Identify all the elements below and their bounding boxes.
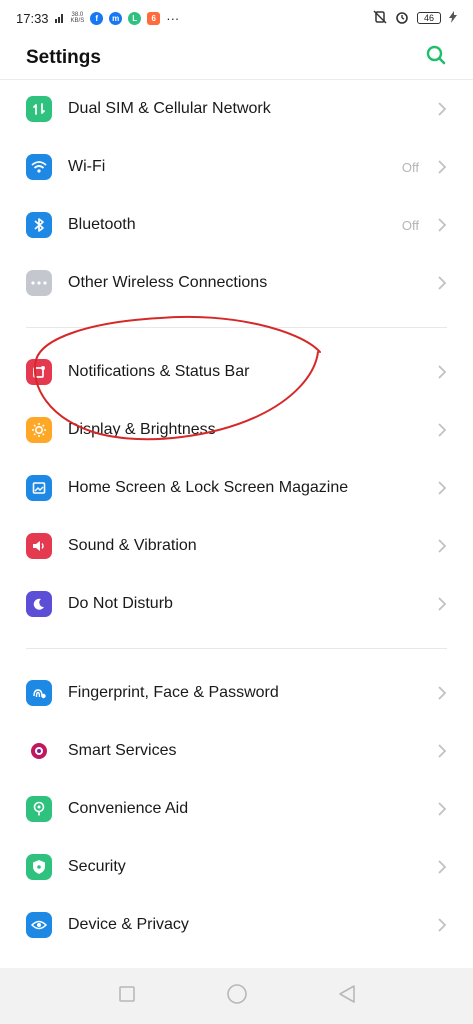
line-icon: L [128, 11, 142, 25]
setting-row-notifications[interactable]: Notifications & Status Bar [0, 343, 473, 401]
setting-label: Convenience Aid [68, 800, 189, 817]
chevron-right-icon [438, 423, 447, 437]
setting-row-do-not-disturb[interactable]: Do Not Disturb [0, 575, 473, 633]
setting-label: Sound & Vibration [68, 537, 197, 554]
setting-row-smart-services[interactable]: Smart Services [0, 722, 473, 780]
setting-row-convenience-aid[interactable]: Convenience Aid [0, 780, 473, 838]
setting-row-wifi[interactable]: Wi-Fi Off [0, 138, 473, 196]
notification-icon [26, 359, 52, 385]
chevron-right-icon [438, 160, 447, 174]
setting-label: Device & Privacy [68, 916, 189, 933]
chevron-right-icon [438, 918, 447, 932]
shield-icon [26, 854, 52, 880]
setting-label: Home Screen & Lock Screen Magazine [68, 479, 349, 496]
chevron-right-icon [438, 860, 447, 874]
clock: 17:33 [16, 10, 49, 26]
chevron-right-icon [438, 276, 447, 290]
image-icon [26, 475, 52, 501]
network-speed-unit: KB/S [70, 18, 85, 24]
back-icon[interactable] [338, 984, 356, 1009]
status-left: 17:33 38.0 KB/S f m L 6 ··· [16, 11, 179, 26]
signal-icon [54, 11, 65, 26]
alarm-icon [395, 10, 409, 27]
convenience-icon [26, 796, 52, 822]
chevron-right-icon [438, 597, 447, 611]
bluetooth-icon [26, 212, 52, 238]
smart-services-icon [26, 738, 52, 764]
setting-value: Off [401, 159, 419, 175]
status-right: 46 [373, 9, 457, 27]
recent-apps-icon[interactable] [118, 985, 136, 1008]
setting-row-bluetooth[interactable]: Bluetooth Off [0, 196, 473, 254]
system-nav-bar [0, 968, 473, 1024]
charging-icon [449, 10, 457, 26]
setting-label: Fingerprint, Face & Password [68, 684, 279, 701]
setting-label: Other Wireless Connections [68, 274, 268, 291]
setting-label: Do Not Disturb [68, 595, 173, 612]
search-icon[interactable] [425, 44, 447, 71]
fingerprint-icon [26, 680, 52, 706]
chevron-right-icon [438, 744, 447, 758]
privacy-eye-icon [26, 912, 52, 938]
setting-label: Wi-Fi [68, 158, 106, 175]
vibrate-off-icon [373, 9, 387, 27]
setting-label: Smart Services [68, 742, 177, 759]
setting-row-device-privacy[interactable]: Device & Privacy [0, 896, 473, 954]
setting-row-security[interactable]: Security [0, 838, 473, 896]
network-speed: 38.0 KB/S [71, 12, 85, 24]
setting-label: Dual SIM & Cellular Network [68, 100, 271, 117]
calendar-icon: 6 [147, 11, 161, 25]
facebook-icon: f [90, 11, 104, 25]
setting-row-other-wireless[interactable]: Other Wireless Connections [0, 254, 473, 312]
setting-label: Notifications & Status Bar [68, 363, 250, 380]
moon-icon [26, 591, 52, 617]
more-dots-icon [26, 270, 52, 296]
setting-label: Bluetooth [68, 216, 136, 233]
settings-list: Dual SIM & Cellular Network Wi-Fi Off Bl… [0, 80, 473, 954]
sun-icon [26, 417, 52, 443]
setting-value: Off [401, 217, 419, 233]
setting-row-home-screen[interactable]: Home Screen & Lock Screen Magazine [0, 459, 473, 517]
setting-row-fingerprint[interactable]: Fingerprint, Face & Password [0, 664, 473, 722]
status-bar: 17:33 38.0 KB/S f m L 6 ··· 46 [0, 0, 473, 36]
setting-row-sound[interactable]: Sound & Vibration [0, 517, 473, 575]
setting-label: Display & Brightness [68, 421, 216, 438]
chevron-right-icon [438, 802, 447, 816]
messenger-icon: m [109, 11, 123, 25]
chevron-right-icon [438, 481, 447, 495]
chevron-right-icon [438, 218, 447, 232]
sim-icon [26, 96, 52, 122]
setting-row-display[interactable]: Display & Brightness [0, 401, 473, 459]
battery-indicator: 46 [417, 12, 441, 24]
setting-row-dual-sim[interactable]: Dual SIM & Cellular Network [0, 80, 473, 138]
chevron-right-icon [438, 365, 447, 379]
chevron-right-icon [438, 102, 447, 116]
chevron-right-icon [438, 539, 447, 553]
speaker-icon [26, 533, 52, 559]
chevron-right-icon [438, 686, 447, 700]
page-title: Settings [26, 46, 101, 68]
page-header: Settings [0, 36, 473, 80]
more-notifications: ··· [166, 10, 180, 26]
home-icon[interactable] [226, 983, 248, 1010]
setting-label: Security [68, 858, 126, 875]
wifi-icon [26, 154, 52, 180]
